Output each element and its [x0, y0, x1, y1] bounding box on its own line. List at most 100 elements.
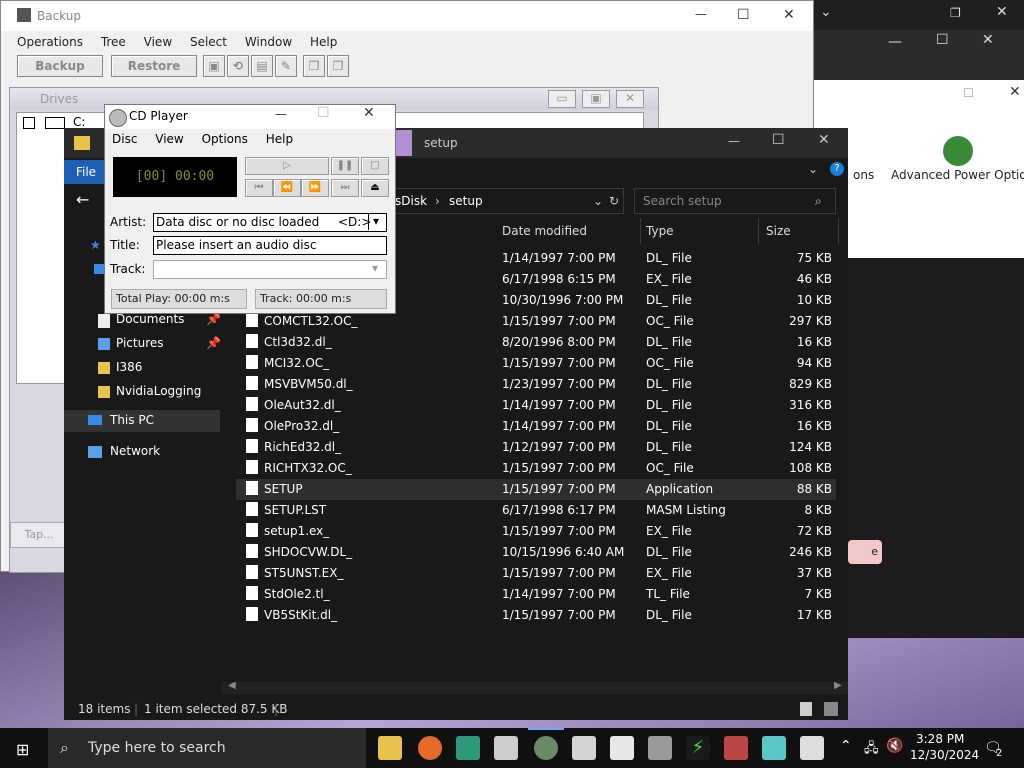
next-track-button[interactable]: ⏭ — [331, 179, 359, 197]
table-row[interactable]: OleAut32.dl_ 1/14/1997 7:00 PM DL_ File 316… — [236, 395, 836, 416]
table-row[interactable]: SHDOCVW.DL_ 10/15/1996 6:40 AM DL_ File 246… — [236, 542, 836, 563]
cd-player-taskbar-icon[interactable] — [534, 736, 558, 760]
column-size[interactable]: Size — [766, 218, 839, 244]
toolbar-icon-3[interactable]: ▤ — [251, 55, 273, 77]
file-explorer-taskbar-icon[interactable] — [378, 736, 402, 760]
nav-this-pc-selected[interactable]: This PC — [64, 410, 220, 432]
drive-c-label[interactable]: C: — [73, 115, 85, 129]
app-taskbar-icon[interactable] — [494, 736, 518, 760]
archive-taskbar-icon[interactable] — [724, 736, 748, 760]
pause-button[interactable]: ❚❚ — [331, 157, 359, 175]
fast-forward-button[interactable]: ⏩ — [301, 179, 329, 197]
help-icon[interactable]: ? — [830, 162, 844, 176]
maximize-icon[interactable]: ☐ — [936, 32, 949, 48]
chevron-down-icon[interactable]: ⌄ — [593, 189, 603, 213]
menu-view[interactable]: View — [155, 132, 183, 146]
table-row[interactable]: VB5StKit.dl_ 1/15/1997 7:00 PM DL_ File 17 … — [236, 605, 836, 626]
backup-button[interactable]: Backup — [17, 55, 103, 77]
breadcrumb-parent[interactable]: sDisk — [395, 189, 427, 213]
notepad-taskbar-icon[interactable] — [762, 736, 786, 760]
restore-icon[interactable]: ▣ — [582, 90, 610, 108]
close-icon[interactable]: ✕ — [996, 4, 1008, 20]
table-row[interactable]: MSVBVM50.dl_ 1/23/1997 7:00 PM DL_ File 829… — [236, 374, 836, 395]
table-row[interactable]: OlePro32.dl_ 1/14/1997 7:00 PM DL_ File 16 … — [236, 416, 836, 437]
track-select[interactable]: ▾ — [153, 260, 387, 279]
eject-button[interactable]: ⏏ — [361, 179, 389, 197]
minimize-icon[interactable]: — — [275, 107, 287, 121]
details-view-icon[interactable] — [800, 702, 812, 716]
control-panel-item-partial[interactable]: ons — [853, 168, 874, 182]
windows-start-icon[interactable]: ⊞ — [16, 740, 29, 759]
power-options-icon[interactable] — [943, 136, 973, 166]
toolbar-icon-6[interactable]: ❐ — [327, 55, 349, 77]
drive-checkbox[interactable] — [23, 117, 35, 129]
taskbar-search[interactable]: ⌕ Type here to search — [48, 728, 366, 768]
maximize-icon[interactable]: ☐ — [737, 7, 750, 23]
table-row[interactable]: SETUP.LST 6/17/1998 6:17 PM MASM Listing 8 … — [236, 500, 836, 521]
table-row[interactable]: StdOle2.tl_ 1/14/1997 7:00 PM TL_ File 7 KB — [236, 584, 836, 605]
clock-app-taskbar-icon[interactable] — [572, 736, 596, 760]
table-row[interactable]: MCI32.OC_ 1/15/1997 7:00 PM OC_ File 94 KB — [236, 353, 836, 374]
close-icon[interactable]: ✕ — [616, 90, 644, 108]
maximize-icon[interactable]: ☐ — [317, 105, 330, 121]
firefox-taskbar-icon[interactable] — [418, 736, 442, 760]
close-icon[interactable]: ✕ — [982, 32, 994, 48]
chevron-down-icon[interactable]: ⌄ — [808, 162, 818, 176]
scroll-right-icon[interactable]: ▶ — [834, 680, 842, 691]
previous-track-button[interactable]: ⏮ — [245, 179, 273, 197]
toolbar-icon-1[interactable]: ▣ — [203, 55, 225, 77]
menu-select[interactable]: Select — [190, 35, 227, 49]
search-box[interactable]: Search setup ⌕ — [634, 188, 836, 214]
table-row[interactable]: setup1.ex_ 1/15/1997 7:00 PM EX_ File 72 KB — [236, 521, 836, 542]
column-date[interactable]: Date modified — [502, 218, 641, 244]
minimize-icon[interactable]: — — [695, 7, 707, 21]
table-row[interactable]: COMCTL32.OC_ 1/15/1997 7:00 PM OC_ File 297… — [236, 311, 836, 332]
menu-tree[interactable]: Tree — [101, 35, 126, 49]
chevron-down-icon[interactable]: ▾ — [368, 260, 382, 277]
close-icon[interactable]: ✕ — [783, 7, 795, 23]
refresh-icon[interactable]: ↻ — [609, 189, 619, 213]
calculator-taskbar-icon[interactable] — [456, 736, 480, 760]
nav-network[interactable]: Network — [110, 444, 160, 458]
tiles-view-icon[interactable] — [824, 702, 838, 716]
breadcrumb-current[interactable]: setup — [449, 189, 483, 213]
volume-muted-icon[interactable]: 🔇 — [886, 738, 903, 754]
column-type[interactable]: Type — [646, 218, 759, 244]
close-icon[interactable]: ✕ — [818, 132, 830, 148]
menu-help[interactable]: Help — [266, 132, 293, 146]
chevron-up-icon[interactable]: ⌃ — [840, 738, 852, 754]
minimize-icon[interactable]: — — [728, 134, 740, 148]
scroll-left-icon[interactable]: ◀ — [228, 680, 236, 691]
menu-view[interactable]: View — [144, 35, 172, 49]
backup-taskbar-icon[interactable] — [610, 736, 634, 760]
restore-button[interactable]: Restore — [111, 55, 197, 77]
close-icon[interactable]: ✕ — [363, 105, 375, 121]
play-button[interactable]: ▷ — [245, 157, 329, 175]
toolbar-icon-5[interactable]: ❐ — [303, 55, 325, 77]
menu-disc[interactable]: Disc — [112, 132, 137, 146]
stop-button[interactable]: □ — [361, 157, 389, 175]
menu-operations[interactable]: Operations — [17, 35, 83, 49]
close-icon[interactable]: ✕ — [1009, 84, 1021, 100]
restore-icon[interactable]: ❐ — [950, 6, 961, 20]
toolbar-icon-2[interactable]: ⟲ — [227, 55, 249, 77]
address-bar[interactable]: sDisk › setup ⌄ ↻ — [394, 188, 624, 214]
horizontal-scrollbar[interactable]: ◀ ▶ — [222, 680, 848, 694]
rewind-button[interactable]: ⏪ — [273, 179, 301, 197]
table-row[interactable]: SETUP 1/15/1997 7:00 PM Application 88 KB — [236, 479, 836, 500]
clock-date[interactable]: 12/30/2024 — [910, 748, 979, 762]
chevron-down-icon[interactable]: ⌄ — [820, 4, 832, 20]
maximize-icon[interactable]: ☐ — [963, 86, 974, 100]
chevron-down-icon[interactable]: ▾ — [368, 213, 383, 230]
lightning-taskbar-icon[interactable]: ⚡ — [686, 736, 710, 760]
advanced-power-options-label[interactable]: Advanced Power Options — [891, 168, 1024, 182]
back-arrow-icon[interactable]: ← — [76, 190, 89, 209]
menu-help[interactable]: Help — [310, 35, 337, 49]
menu-window[interactable]: Window — [245, 35, 292, 49]
background-window[interactable]: ⌄ ❐ ✕ — ☐ ✕ — [812, 0, 1024, 80]
nav-pictures[interactable]: Pictures — [116, 336, 164, 350]
table-row[interactable]: Ctl3d32.dl_ 8/20/1996 8:00 PM DL_ File 16 K… — [236, 332, 836, 353]
background-button-partial[interactable]: e — [848, 540, 882, 564]
toolbar-icon-4[interactable]: ✎ — [275, 55, 297, 77]
menu-options[interactable]: Options — [202, 132, 248, 146]
